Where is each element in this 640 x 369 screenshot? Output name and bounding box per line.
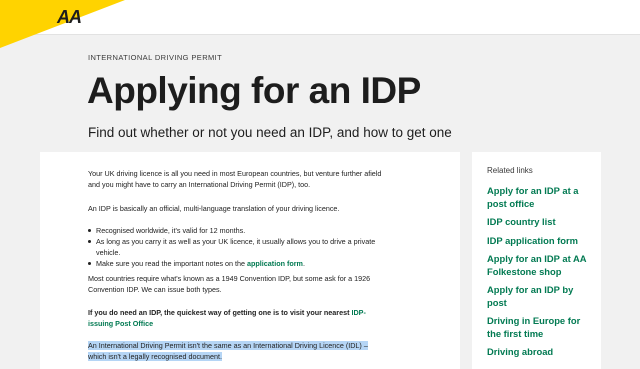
intro-paragraph: Your UK driving licence is all you need … xyxy=(88,169,382,189)
related-links-heading: Related links xyxy=(487,166,533,175)
list-item: Recognised worldwide, it's valid for 12 … xyxy=(88,225,388,236)
eyebrow-label: INTERNATIONAL DRIVING PERMIT xyxy=(88,53,223,62)
convention-paragraph: Most countries require what's known as a… xyxy=(88,274,371,294)
related-links-panel: Related links Apply for an IDP at a post… xyxy=(472,152,601,369)
list-item: As long as you carry it as well as your … xyxy=(88,236,388,258)
related-link-driving-europe[interactable]: Driving in Europe for the first time xyxy=(487,315,595,340)
article-card: Your UK driving licence is all you need … xyxy=(40,152,460,369)
related-link-driving-abroad[interactable]: Driving abroad xyxy=(487,346,595,359)
related-link-folkestone-shop[interactable]: Apply for an IDP at AA Folkestone shop xyxy=(487,253,595,278)
list-item: Make sure you read the important notes o… xyxy=(88,258,388,269)
selected-text[interactable]: An International Driving Permit isn't th… xyxy=(88,341,368,361)
related-link-by-post[interactable]: Apply for an IDP by post xyxy=(487,284,595,309)
post-office-paragraph: If you do need an IDP, the quickest way … xyxy=(88,308,366,328)
related-link-country-list[interactable]: IDP country list xyxy=(487,216,595,229)
page-title: Applying for an IDP xyxy=(87,70,421,111)
idl-note-paragraph: An International Driving Permit isn't th… xyxy=(88,340,388,362)
related-links-list: Apply for an IDP at a post office IDP co… xyxy=(487,185,595,365)
related-link-post-office[interactable]: Apply for an IDP at a post office xyxy=(487,185,595,210)
idp-facts-list: Recognised worldwide, it's valid for 12 … xyxy=(88,225,388,269)
aa-logo[interactable]: AA xyxy=(57,7,82,28)
application-form-link[interactable]: application form xyxy=(247,259,303,268)
page-subtitle: Find out whether or not you need an IDP,… xyxy=(88,125,452,140)
related-link-application-form[interactable]: IDP application form xyxy=(487,235,595,248)
idp-definition-paragraph: An IDP is basically an official, multi-l… xyxy=(88,204,340,213)
